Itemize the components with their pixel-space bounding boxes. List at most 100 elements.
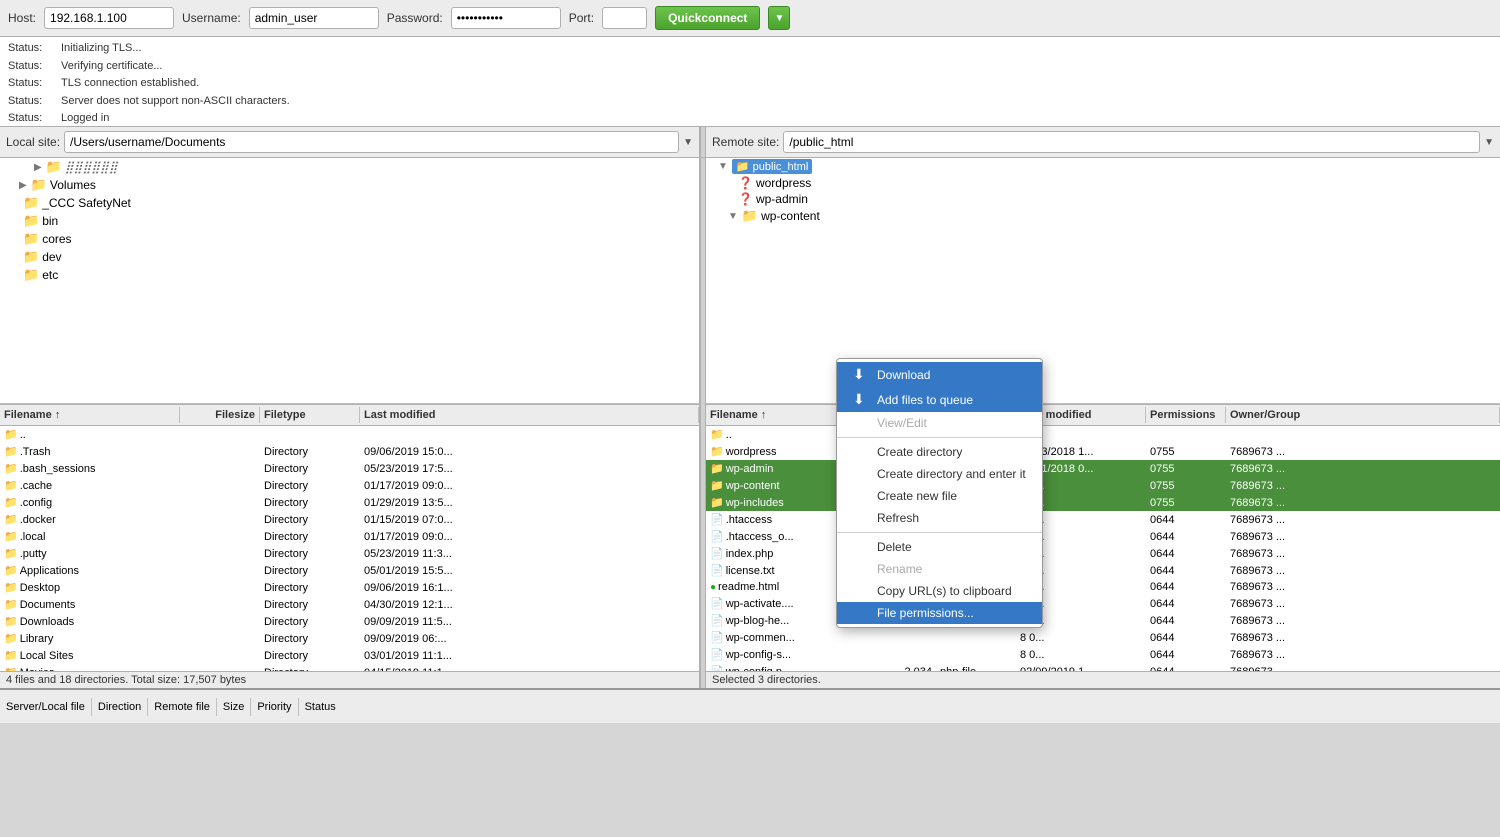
folder-icon: 📁	[4, 446, 18, 458]
transfer-col-server: Server/Local file	[0, 698, 92, 716]
local-site-path[interactable]	[64, 131, 679, 153]
folder-icon: 📁	[4, 548, 18, 560]
remote-tree: ▼ 📁 public_html ❓ wordpress ❓ wp-admin ▼…	[706, 158, 1500, 404]
folder-icon: 📁	[4, 480, 18, 492]
remote-site-arrow[interactable]: ▼	[1484, 137, 1494, 148]
folder-icon: 📁	[4, 531, 18, 543]
file-row[interactable]: 📄index.php 8 0... 0644 7689673 ...	[706, 545, 1500, 562]
remote-status-text: Selected 3 directories.	[712, 674, 821, 686]
file-row[interactable]: 📁Movies Directory 04/15/2019 11:1...	[0, 664, 699, 671]
file-row[interactable]: 📄wp-activate.... 8 0... 0644 7689673 ...	[706, 595, 1500, 612]
col-filename-header[interactable]: Filename ↑	[0, 407, 180, 423]
transfer-queue-bar: Server/Local file Direction Remote file …	[0, 688, 1500, 723]
tree-item[interactable]: 📁 bin	[0, 212, 699, 230]
quickconnect-dropdown-button[interactable]: ▼	[768, 6, 790, 30]
folder-icon: 📁	[4, 565, 18, 577]
folder-icon: 📁	[23, 249, 39, 265]
file-row[interactable]: 📁wp-includes Directory 8 0... 0755 76896…	[706, 494, 1500, 511]
password-label: Password:	[387, 11, 443, 25]
folder-icon: 📁	[710, 497, 724, 509]
file-row[interactable]: 📄license.txt 8 0... 0644 7689673 ...	[706, 562, 1500, 579]
context-menu-rename: Rename	[837, 558, 1042, 580]
port-input[interactable]	[602, 7, 647, 29]
col-filetype-header[interactable]: Filetype	[260, 407, 360, 423]
status-log: Status:Initializing TLS... Status:Verify…	[0, 37, 1500, 127]
add-queue-icon: ⬇	[853, 391, 869, 408]
remote-file-list-header: Filename ↑ Filesize Filetype Last modifi…	[706, 404, 1500, 426]
context-menu-copy-urls[interactable]: Copy URL(s) to clipboard	[837, 580, 1042, 602]
local-status-bar: 4 files and 18 directories. Total size: …	[0, 671, 699, 688]
file-row[interactable]: 📁.putty Directory 05/23/2019 11:3...	[0, 545, 699, 562]
file-row[interactable]: 📁wordpress Directory 12/13/2018 1... 075…	[706, 443, 1500, 460]
tree-item[interactable]: ❓ wordpress	[706, 175, 1500, 191]
context-menu-add-to-queue[interactable]: ⬇ Add files to queue	[837, 387, 1042, 412]
remote-site-path[interactable]	[783, 131, 1480, 153]
quickconnect-button[interactable]: Quickconnect	[655, 6, 760, 30]
folder-icon: 📁	[31, 177, 47, 193]
question-icon: ❓	[738, 192, 753, 206]
file-row[interactable]: 📁wp-content Directory 8 0... 0755 768967…	[706, 477, 1500, 494]
local-site-arrow[interactable]: ▼	[683, 137, 693, 148]
file-row[interactable]: 📄.htaccess_o... 8 0... 0644 7689673 ...	[706, 528, 1500, 545]
username-input[interactable]	[249, 7, 379, 29]
file-row[interactable]: 📁Desktop Directory 09/06/2019 16:1...	[0, 579, 699, 596]
file-row[interactable]: 📄wp-config-s... 8 0... 0644 7689673 ...	[706, 646, 1500, 663]
file-row[interactable]: 📁.config Directory 01/29/2019 13:5...	[0, 494, 699, 511]
file-row[interactable]: 📁Applications Directory 05/01/2019 15:5.…	[0, 562, 699, 579]
context-menu-separator-1	[837, 437, 1042, 438]
tree-item[interactable]: 📁 _CCC SafetyNet	[0, 194, 699, 212]
folder-icon: 📁	[4, 582, 18, 594]
col-perms-header[interactable]: Permissions	[1146, 407, 1226, 423]
context-menu-delete[interactable]: Delete	[837, 536, 1042, 558]
folder-icon: 📁	[710, 446, 724, 458]
file-row[interactable]: 📁.Trash Directory 09/06/2019 15:0...	[0, 443, 699, 460]
tree-item[interactable]: 📁 cores	[0, 230, 699, 248]
context-menu-create-directory[interactable]: Create directory	[837, 441, 1042, 463]
file-row[interactable]: 📁Downloads Directory 09/09/2019 11:5...	[0, 613, 699, 630]
file-row[interactable]: 📁Documents Directory 04/30/2019 12:1...	[0, 596, 699, 613]
remote-panel: ▼ 📁 public_html ❓ wordpress ❓ wp-admin ▼…	[706, 158, 1500, 688]
remote-site-bar: Remote site: ▼	[706, 127, 1500, 157]
file-row[interactable]: 📁.local Directory 01/17/2019 09:0...	[0, 528, 699, 545]
tree-item[interactable]: ▶ 📁 Volumes	[0, 176, 699, 194]
file-row[interactable]: 📁.bash_sessions Directory 05/23/2019 17:…	[0, 460, 699, 477]
tree-item[interactable]: ❓ wp-admin	[706, 191, 1500, 207]
file-row[interactable]: 📄wp-config.p... 2,034 php-file 02/09/201…	[706, 663, 1500, 671]
host-input[interactable]	[44, 7, 174, 29]
file-row[interactable]: 📁.docker Directory 01/15/2019 07:0...	[0, 511, 699, 528]
file-row[interactable]: 📄wp-commen... 8 0... 0644 7689673 ...	[706, 629, 1500, 646]
context-menu-download[interactable]: ⬇ Download	[837, 362, 1042, 387]
local-file-list-header: Filename ↑ Filesize Filetype Last modifi…	[0, 404, 699, 426]
context-menu: ⬇ Download ⬇ Add files to queue View/Edi…	[836, 358, 1043, 628]
tree-item[interactable]: ▼ 📁 public_html	[706, 158, 1500, 175]
site-bars: Local site: ▼ Remote site: ▼	[0, 127, 1500, 158]
col-modified-header[interactable]: Last modified	[360, 407, 699, 423]
context-menu-refresh[interactable]: Refresh	[837, 507, 1042, 529]
folder-icon: 📁	[4, 497, 18, 509]
local-site-bar: Local site: ▼	[0, 127, 700, 157]
col-owner-header[interactable]: Owner/Group	[1226, 407, 1500, 423]
file-row[interactable]: 📁Library Directory 09/09/2019 06:...	[0, 630, 699, 647]
remote-file-list: 📁.. 📁wordpress Directory 12/13/2018 1...…	[706, 426, 1500, 671]
file-row[interactable]: 📁..	[706, 426, 1500, 443]
tree-item[interactable]: ▼ 📁 wp-content	[706, 207, 1500, 225]
file-row[interactable]: 📄.htaccess 8 0... 0644 7689673 ...	[706, 511, 1500, 528]
local-file-list: 📁.. 📁.Trash Directory 09/06/2019 15:0...…	[0, 426, 699, 671]
file-row[interactable]: 📁wp-admin Directory 10/31/2018 0... 0755…	[706, 460, 1500, 477]
tree-item[interactable]: ▶ 📁 ⣿⣿⣿⣿⣿⣿	[0, 158, 699, 176]
folder-icon: 📁	[4, 463, 18, 475]
toolbar: Host: Username: Password: Port: Quickcon…	[0, 0, 1500, 37]
context-menu-file-permissions[interactable]: File permissions...	[837, 602, 1042, 624]
folder-icon: 📁	[4, 616, 18, 628]
context-menu-create-file[interactable]: Create new file	[837, 485, 1042, 507]
file-row[interactable]: 📁..	[0, 426, 699, 443]
password-input[interactable]	[451, 7, 561, 29]
file-row[interactable]: 📄wp-blog-he... 8 0... 0644 7689673 ...	[706, 612, 1500, 629]
file-row[interactable]: 📁Local Sites Directory 03/01/2019 11:1..…	[0, 647, 699, 664]
file-row[interactable]: ●readme.html 8 0... 0644 7689673 ...	[706, 579, 1500, 595]
tree-item[interactable]: 📁 etc	[0, 266, 699, 284]
context-menu-create-directory-enter[interactable]: Create directory and enter it	[837, 463, 1042, 485]
file-row[interactable]: 📁.cache Directory 01/17/2019 09:0...	[0, 477, 699, 494]
col-filesize-header[interactable]: Filesize	[180, 407, 260, 423]
tree-item[interactable]: 📁 dev	[0, 248, 699, 266]
